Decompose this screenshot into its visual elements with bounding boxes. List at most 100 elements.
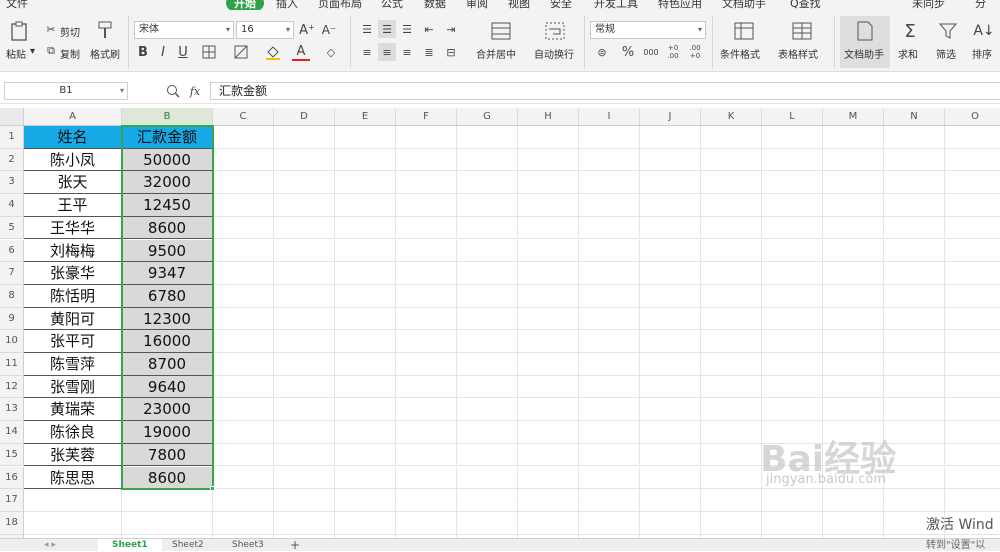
- grid-cell[interactable]: [945, 353, 1000, 376]
- grid-cell[interactable]: [579, 194, 640, 217]
- grid-cell[interactable]: [701, 421, 762, 444]
- grid-cell[interactable]: [274, 353, 335, 376]
- grid-cell[interactable]: [823, 148, 884, 172]
- column-header-l[interactable]: L: [762, 108, 823, 126]
- grid-cell[interactable]: [457, 466, 518, 490]
- grid-cell[interactable]: [701, 126, 762, 149]
- tab-data[interactable]: 数据: [424, 0, 446, 10]
- sheet-tab-2[interactable]: Sheet2: [158, 539, 218, 552]
- conditional-format-icon[interactable]: [732, 20, 756, 42]
- grid-cell[interactable]: [945, 443, 1000, 467]
- tab-formulas[interactable]: 公式: [381, 0, 403, 10]
- name-cell[interactable]: 张芙蓉: [24, 443, 122, 467]
- grid-cell[interactable]: [335, 466, 396, 490]
- align-top-icon[interactable]: ☰: [358, 20, 376, 38]
- conditional-format-button[interactable]: 条件格式: [720, 46, 760, 61]
- grid-cell[interactable]: [884, 171, 945, 195]
- column-header-b[interactable]: B: [122, 108, 213, 126]
- grid-cell[interactable]: [457, 239, 518, 263]
- grid-cell[interactable]: [579, 171, 640, 195]
- grid-cell[interactable]: [457, 284, 518, 308]
- grid-cell[interactable]: [701, 375, 762, 399]
- grid-cell[interactable]: [335, 262, 396, 285]
- row-header[interactable]: 14: [0, 421, 24, 444]
- tab-review[interactable]: 审阅: [466, 0, 488, 10]
- grid-cell[interactable]: [457, 421, 518, 444]
- thousands-button[interactable]: 000: [642, 43, 660, 61]
- name-cell[interactable]: 张雪刚: [24, 375, 122, 399]
- grid-cell[interactable]: [945, 284, 1000, 308]
- grid-cell[interactable]: [579, 375, 640, 399]
- amount-cell[interactable]: 8700: [122, 353, 213, 376]
- grid-cell[interactable]: [884, 353, 945, 376]
- grid-cell[interactable]: [701, 307, 762, 331]
- grid-cell[interactable]: [335, 398, 396, 422]
- grid-cell[interactable]: [396, 511, 457, 535]
- name-cell[interactable]: 陈小凤: [24, 148, 122, 172]
- grid-cell[interactable]: [640, 489, 701, 512]
- grid-cell[interactable]: [518, 375, 579, 399]
- grid-cell[interactable]: [396, 216, 457, 240]
- grid-cell[interactable]: [213, 171, 274, 195]
- grid-cell[interactable]: [701, 262, 762, 285]
- grid-cell[interactable]: [335, 489, 396, 512]
- italic-button[interactable]: I: [156, 43, 170, 61]
- grid-cell[interactable]: [335, 443, 396, 467]
- grid-cell[interactable]: [457, 398, 518, 422]
- grid-cell[interactable]: [518, 307, 579, 331]
- chevron-down-icon[interactable]: ▾: [30, 46, 35, 57]
- underline-button[interactable]: U: [176, 43, 190, 61]
- column-header-k[interactable]: K: [701, 108, 762, 126]
- grid-cell[interactable]: [396, 443, 457, 467]
- grid-cell[interactable]: [335, 284, 396, 308]
- grid-cell[interactable]: [640, 194, 701, 217]
- grid-cell[interactable]: [274, 307, 335, 331]
- grid-cell[interactable]: [823, 353, 884, 376]
- format-painter-button[interactable]: 格式刷: [90, 46, 120, 61]
- grid-cell[interactable]: [701, 194, 762, 217]
- column-header-o[interactable]: O: [945, 108, 1000, 126]
- formula-input[interactable]: 汇款金额: [210, 82, 1000, 100]
- header-cell-amount[interactable]: 汇款金额: [122, 126, 213, 149]
- grid-cell[interactable]: [274, 262, 335, 285]
- amount-cell[interactable]: 9500: [122, 239, 213, 263]
- column-header-m[interactable]: M: [823, 108, 884, 126]
- paste-label[interactable]: 粘贴: [6, 46, 26, 61]
- grid-cell[interactable]: [640, 262, 701, 285]
- grid-cell[interactable]: [823, 489, 884, 512]
- increase-font-icon[interactable]: A⁺: [298, 21, 316, 39]
- tab-security[interactable]: 安全: [550, 0, 572, 10]
- grid-cell[interactable]: [640, 511, 701, 535]
- grid-cell[interactable]: [945, 171, 1000, 195]
- grid-cell[interactable]: [640, 466, 701, 490]
- grid-cell[interactable]: [640, 284, 701, 308]
- amount-cell[interactable]: 6780: [122, 284, 213, 308]
- grid-cell[interactable]: [701, 330, 762, 353]
- grid-cell[interactable]: [762, 307, 823, 331]
- font-color-button[interactable]: A: [292, 43, 310, 61]
- grid-cell[interactable]: [457, 353, 518, 376]
- row-header[interactable]: 9: [0, 307, 24, 331]
- grid-cell[interactable]: [945, 194, 1000, 217]
- grid-cell[interactable]: [213, 216, 274, 240]
- grid-cell[interactable]: [823, 126, 884, 149]
- amount-cell[interactable]: 23000: [122, 398, 213, 422]
- grid-cell[interactable]: [579, 239, 640, 263]
- tab-special[interactable]: 特色应用: [658, 0, 702, 10]
- copy-icon[interactable]: ⧉: [44, 44, 58, 58]
- grid-cell[interactable]: [945, 330, 1000, 353]
- column-header-j[interactable]: J: [640, 108, 701, 126]
- sum-button[interactable]: 求和: [898, 46, 918, 61]
- grid-cell[interactable]: [640, 375, 701, 399]
- grid-cell[interactable]: [701, 489, 762, 512]
- amount-cell[interactable]: 16000: [122, 330, 213, 353]
- grid-cell[interactable]: [884, 489, 945, 512]
- grid-cell[interactable]: [274, 216, 335, 240]
- table-style-button[interactable]: 表格样式: [778, 46, 818, 61]
- grid-cell[interactable]: [213, 307, 274, 331]
- select-all-corner[interactable]: [0, 108, 24, 126]
- decrease-decimal-button[interactable]: .00 +0: [686, 43, 704, 61]
- grid-cell[interactable]: [823, 262, 884, 285]
- grid-cell[interactable]: [823, 330, 884, 353]
- grid-cell[interactable]: [945, 375, 1000, 399]
